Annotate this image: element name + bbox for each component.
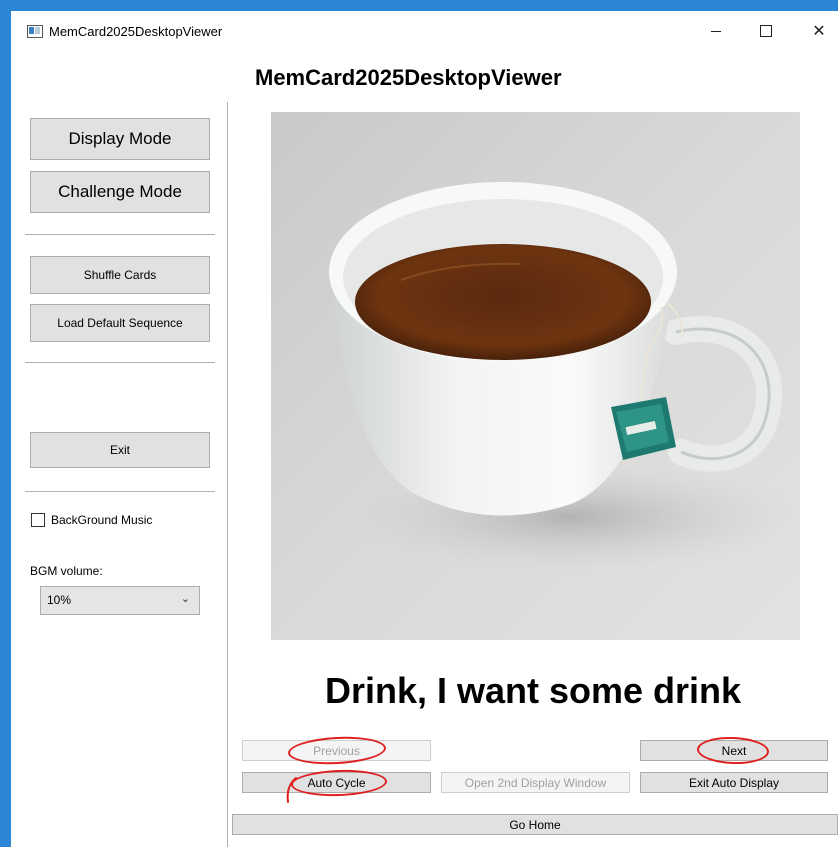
tea-cup-photo-icon <box>271 112 800 640</box>
next-button[interactable]: Next <box>640 740 828 761</box>
exit-auto-display-button[interactable]: Exit Auto Display <box>640 772 828 793</box>
bgm-volume-select[interactable]: 10% ⌄ <box>40 586 200 615</box>
shuffle-cards-button[interactable]: Shuffle Cards <box>30 256 210 294</box>
app-window-icon <box>27 25 43 38</box>
exit-button[interactable]: Exit <box>30 432 210 468</box>
maximize-icon <box>760 25 772 37</box>
previous-button[interactable]: Previous <box>242 740 431 761</box>
close-icon: ✕ <box>812 23 826 40</box>
chevron-down-icon: ⌄ <box>180 593 190 605</box>
background-music-toggle[interactable]: BackGround Music <box>31 513 152 527</box>
bgm-volume-value: 10% <box>47 593 72 607</box>
auto-cycle-button[interactable]: Auto Cycle <box>242 772 431 793</box>
window-frame-top <box>0 0 838 11</box>
panel-divider <box>227 102 228 847</box>
background-music-label: BackGround Music <box>51 513 153 527</box>
window-frame-left <box>0 0 11 847</box>
app-heading: MemCard2025DesktopViewer <box>255 65 562 90</box>
background-music-checkbox[interactable] <box>31 513 45 527</box>
maximize-button[interactable] <box>751 16 781 46</box>
minimize-button[interactable] <box>701 16 731 46</box>
open-2nd-display-window-button[interactable]: Open 2nd Display Window <box>441 772 630 793</box>
title-bar[interactable]: MemCard2025DesktopViewer ✕ <box>11 11 838 51</box>
sidebar-divider <box>25 491 215 492</box>
bgm-volume-label: BGM volume: <box>30 564 103 578</box>
display-mode-button[interactable]: Display Mode <box>30 118 210 160</box>
load-default-sequence-button[interactable]: Load Default Sequence <box>30 304 210 342</box>
card-image <box>271 112 800 640</box>
minimize-icon <box>711 30 721 32</box>
sidebar-divider <box>25 362 215 363</box>
challenge-mode-button[interactable]: Challenge Mode <box>30 171 210 213</box>
sidebar-divider <box>25 234 215 235</box>
close-button[interactable]: ✕ <box>804 16 834 46</box>
window-title: MemCard2025DesktopViewer <box>49 24 223 39</box>
go-home-button[interactable]: Go Home <box>232 814 838 835</box>
card-caption: Drink, I want some drink <box>324 670 742 711</box>
